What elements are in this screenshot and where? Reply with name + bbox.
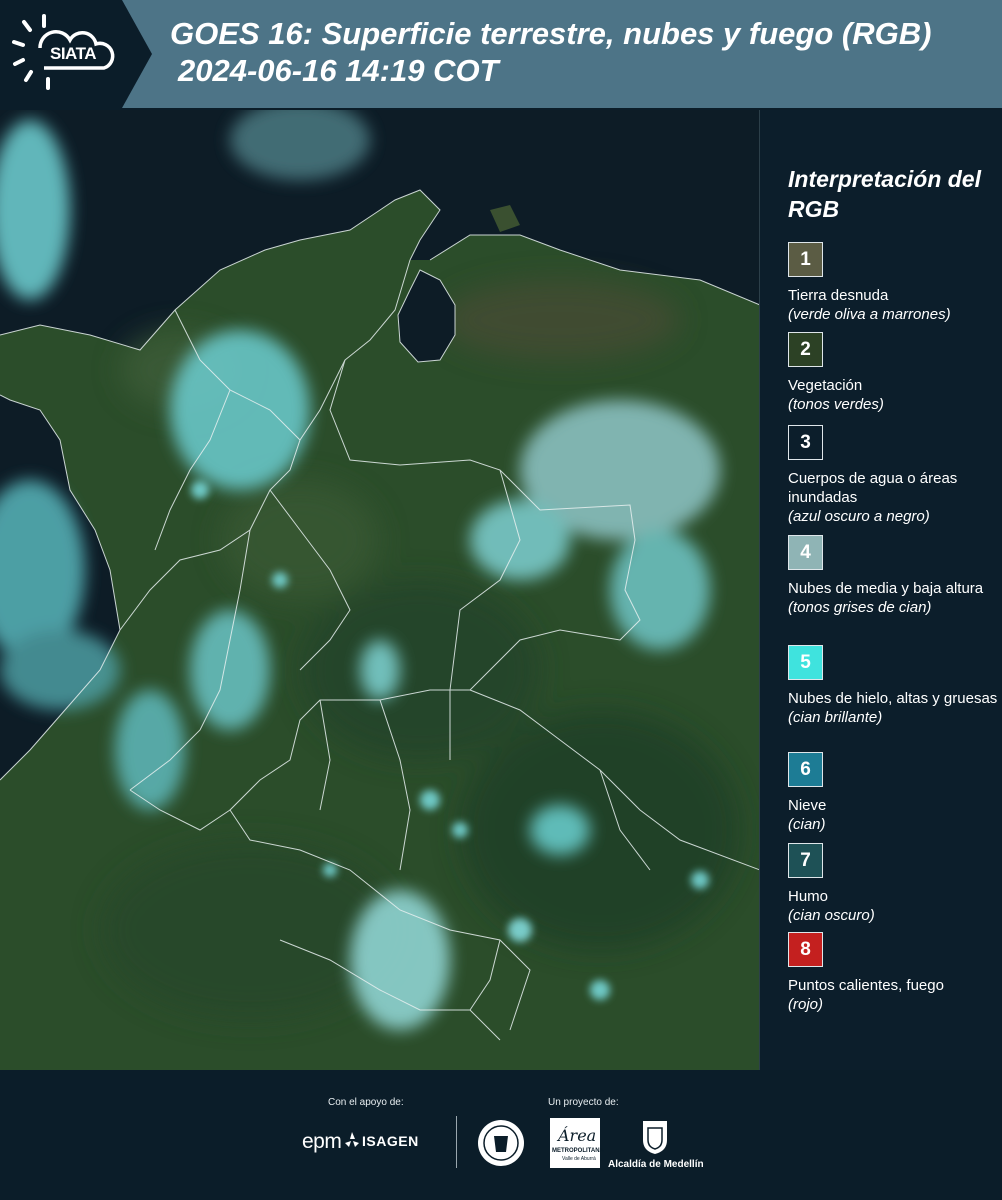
legend-title: Interpretación del RGB: [788, 166, 981, 222]
page-title: GOES 16: Superficie terrestre, nubes y f…: [170, 15, 931, 89]
satellite-map[interactable]: [0, 110, 760, 1070]
legend-item-name: Vegetación: [788, 377, 863, 394]
isagen-logo: ISAGEN: [362, 1133, 419, 1149]
legend-item-name: Nubes de hielo, altas y gruesas: [788, 690, 998, 707]
legend-item-name: Tierra desnuda: [788, 287, 889, 304]
siata-seal-icon: [478, 1120, 524, 1166]
legend-item-description: (tonos verdes): [788, 396, 884, 413]
legend-item-name: Humo: [788, 888, 829, 905]
epm-logo: epm: [302, 1130, 342, 1153]
project-label: Un proyecto de:: [548, 1097, 619, 1108]
rgb-legend: Interpretación del RGB 1 Tierra desnuda (v…: [760, 110, 1002, 1070]
legend-swatch: 8: [788, 932, 823, 967]
satellite-image: [0, 110, 759, 1070]
medellin-shield-icon: [643, 1121, 667, 1154]
legend-item: 1 Tierra desnuda (verde oliva a marrones): [788, 242, 998, 324]
legend-swatch: 5: [788, 645, 823, 680]
legend-item-description: (rojo): [788, 996, 824, 1013]
area-metropolitana-logo: Área METROPOLITANA Valle de Aburrá: [550, 1118, 604, 1168]
legend-swatch: 4: [788, 535, 823, 570]
legend-item: 6 Nieve (cian): [788, 752, 998, 834]
legend-item-name: Cuerpos de agua o áreas inundadas: [788, 470, 958, 506]
legend-item-name: Nieve: [788, 797, 827, 814]
legend-item: 3 Cuerpos de agua o áreas inundadas (azul …: [788, 425, 998, 526]
legend-item-name: Puntos calientes, fuego: [788, 977, 944, 994]
legend-swatch: 2: [788, 332, 823, 367]
footer-divider: [456, 1116, 457, 1168]
legend-item-description: (cian): [788, 816, 826, 833]
legend-item: 8 Puntos calientes, fuego (rojo): [788, 932, 998, 1014]
area-logo-subtitle: METROPOLITANA: [552, 1148, 604, 1154]
legend-swatch: 7: [788, 843, 823, 878]
title-product: GOES 16: Superficie terrestre, nubes y f…: [170, 16, 932, 51]
header-bar: SIATA GOES 16: Superficie terrestre, nub…: [0, 0, 1002, 108]
legend-item-description: (verde oliva a marrones): [788, 306, 951, 323]
legend-item: 5 Nubes de hielo, altas y gruesas (cian br…: [788, 645, 998, 727]
legend-swatch: 3: [788, 425, 823, 460]
legend-item-description: (tonos grises de cian): [788, 599, 932, 616]
legend-swatch: 6: [788, 752, 823, 787]
title-timestamp: 2024-06-16 14:19 COT: [178, 53, 499, 88]
isagen-mark-icon: [345, 1132, 359, 1147]
legend-swatch: 1: [788, 242, 823, 277]
legend-item-description: (azul oscuro a negro): [788, 508, 930, 525]
legend-item-description: (cian brillante): [788, 709, 883, 726]
legend-item-name: Nubes de media y baja altura: [788, 580, 984, 597]
legend-item: 2 Vegetación (tonos verdes): [788, 332, 998, 414]
footer: Con el apoyo de: Un proyecto de: epm ISA…: [0, 1070, 1002, 1200]
legend-item-description: (cian oscuro): [788, 907, 875, 924]
area-logo-title: Área: [558, 1126, 597, 1145]
alcaldia-medellin-logo: Alcaldía de Medellín: [608, 1159, 704, 1170]
area-logo-region: Valle de Aburrá: [562, 1156, 596, 1162]
legend-item: 7 Humo (cian oscuro): [788, 843, 998, 925]
siata-logo-text: SIATA: [50, 44, 96, 63]
legend-item: 4 Nubes de media y baja altura (tonos gris…: [788, 535, 998, 617]
support-label: Con el apoyo de:: [328, 1097, 404, 1108]
